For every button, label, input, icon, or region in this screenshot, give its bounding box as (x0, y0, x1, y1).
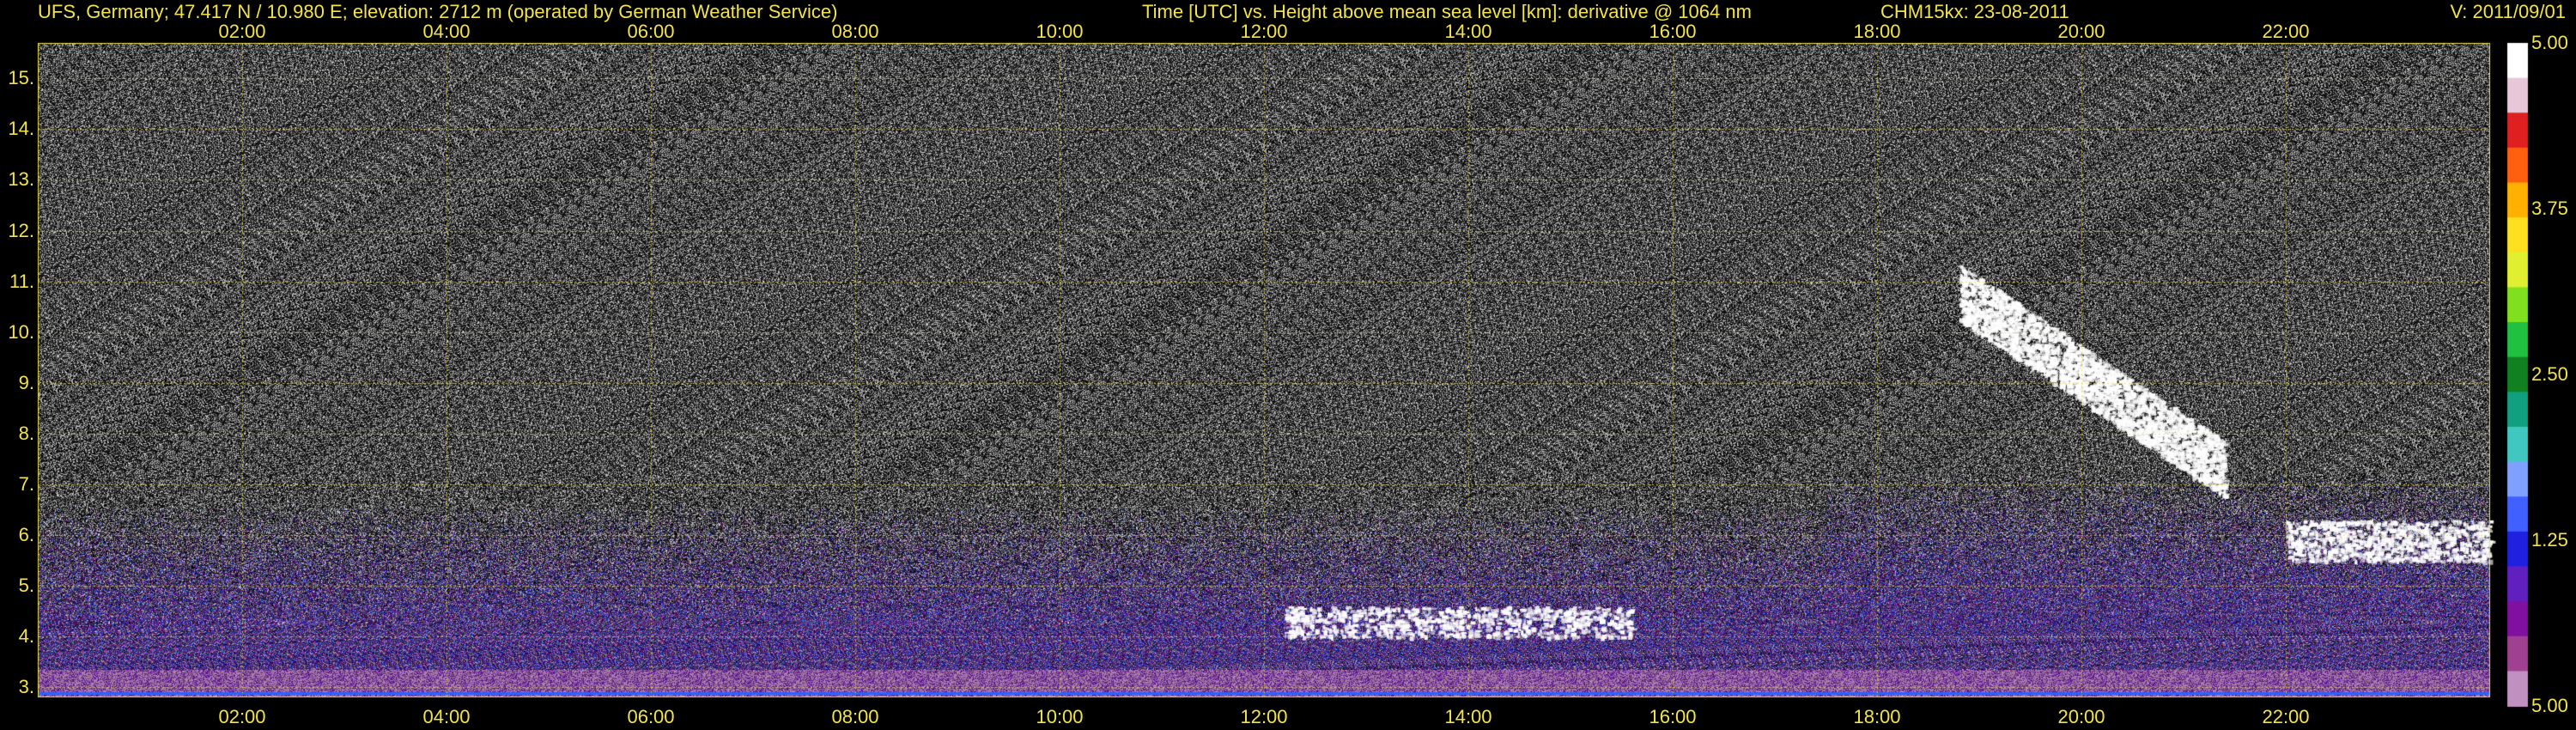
x-tick-label-bottom: 22:00 (2262, 706, 2310, 727)
x-tick-label-bottom: 10:00 (1036, 706, 1084, 727)
colorbar-tick-label: 3.75 (2531, 198, 2568, 219)
y-tick-label: 14. (8, 118, 34, 140)
x-tick-label-bottom: 02:00 (218, 706, 266, 727)
version-header: V: 2011/09/01 (2450, 1, 2566, 22)
y-tick-label: 11. (9, 270, 34, 292)
y-tick-label: 15. (8, 67, 34, 89)
colorbar-tick-label: 5.00 (2531, 32, 2568, 53)
x-tick-label-top: 22:00 (2262, 21, 2310, 42)
colorbar-tick-label: 5.00 (2531, 695, 2568, 716)
x-tick-label-top: 02:00 (218, 21, 266, 42)
x-tick-label-bottom: 14:00 (1444, 706, 1492, 727)
y-tick-label: 13. (8, 168, 34, 191)
y-tick-label: 3. (18, 676, 34, 698)
y-tick-label: 9. (18, 371, 34, 393)
instrument-header: CHM15kx: 23-08-2011 (1880, 1, 2069, 22)
x-tick-label-bottom: 20:00 (2057, 706, 2105, 727)
x-tick-label-top: 14:00 (1444, 21, 1492, 42)
x-tick-label-top: 06:00 (627, 21, 675, 42)
x-tick-label-bottom: 06:00 (627, 706, 675, 727)
x-tick-label-top: 04:00 (422, 21, 471, 42)
x-tick-label-top: 10:00 (1036, 21, 1084, 42)
x-tick-label-bottom: 16:00 (1649, 706, 1697, 727)
x-tick-label-bottom: 12:00 (1240, 706, 1288, 727)
x-tick-label-top: 18:00 (1853, 21, 1901, 42)
x-tick-label-top: 12:00 (1240, 21, 1288, 42)
x-tick-label-top: 20:00 (2057, 21, 2105, 42)
x-tick-label-bottom: 04:00 (422, 706, 471, 727)
y-tick-label: 8. (18, 422, 34, 444)
colorbar-tick-label: 1.25 (2531, 529, 2568, 551)
x-tick-label-bottom: 08:00 (831, 706, 879, 727)
y-tick-label: 10. (8, 320, 34, 343)
colorbar-tick-label: 2.50 (2531, 363, 2568, 385)
x-tick-label-top: 08:00 (831, 21, 879, 42)
y-tick-label: 7. (18, 472, 34, 495)
x-tick-label-top: 16:00 (1649, 21, 1697, 42)
x-tick-label-bottom: 18:00 (1853, 706, 1901, 727)
y-tick-label: 6. (18, 523, 34, 545)
ceilometer-heatmap (0, 0, 2576, 730)
y-tick-label: 12. (8, 219, 34, 241)
y-tick-label: 4. (18, 625, 34, 648)
y-tick-label: 5. (18, 575, 34, 597)
